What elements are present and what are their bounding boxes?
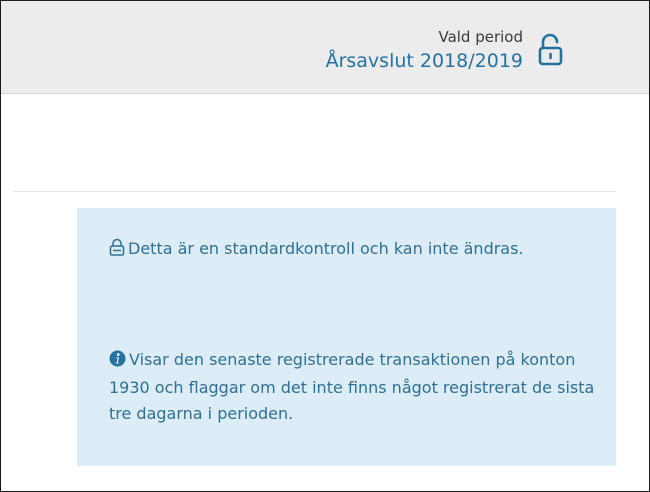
section-divider (13, 191, 616, 192)
unlocked-padlock-icon[interactable] (537, 33, 565, 67)
standard-control-notice: Detta är en standardkontroll och kan int… (109, 236, 599, 264)
info-icon (109, 349, 126, 375)
top-bar: Vald period Årsavslut 2018/2019 (1, 1, 649, 94)
description-notice: Visar den senaste registrerade transakti… (109, 347, 599, 427)
period-label: Vald period (438, 28, 523, 46)
description-text: Visar den senaste registrerade transakti… (109, 350, 595, 423)
info-panel: Detta är en standardkontroll och kan int… (77, 208, 616, 466)
period-selector[interactable]: Vald period Årsavslut 2018/2019 (326, 27, 523, 74)
period-value[interactable]: Årsavslut 2018/2019 (326, 48, 523, 74)
standard-control-text: Detta är en standardkontroll och kan int… (128, 239, 524, 258)
lock-icon (109, 238, 125, 264)
app-frame: Vald period Årsavslut 2018/2019 Detta är… (0, 0, 650, 492)
